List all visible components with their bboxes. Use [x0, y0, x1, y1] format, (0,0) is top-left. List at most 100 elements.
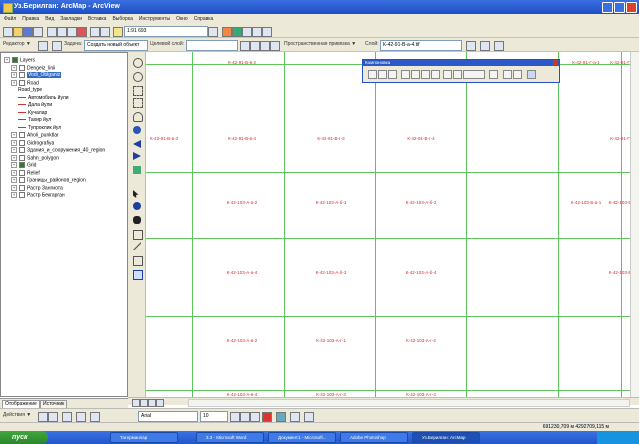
cut-icon[interactable] [47, 27, 57, 37]
georef-options-icon[interactable] [466, 41, 476, 51]
layout-zoom-out-icon[interactable] [378, 70, 387, 79]
zoom-whole-page-icon[interactable] [401, 70, 410, 79]
menu-help[interactable]: Справка [194, 16, 214, 22]
pause-drawing-icon[interactable] [156, 399, 164, 407]
map-vertical-scrollbar[interactable] [630, 52, 639, 397]
toc-item[interactable]: + Relief [11, 169, 40, 177]
expand-icon[interactable]: + [11, 177, 17, 183]
zoom-in-icon[interactable] [133, 58, 143, 68]
forward-extent-icon[interactable] [453, 70, 462, 79]
menu-bookmarks[interactable]: Закладки [60, 16, 82, 22]
layer-visibility-checkbox[interactable] [12, 57, 18, 63]
layer-visibility-checkbox[interactable] [19, 147, 25, 153]
select-features-icon[interactable] [133, 166, 141, 174]
delete-icon[interactable] [77, 27, 87, 37]
taskbar-item[interactable]: Документ1 - Microsoft... [268, 432, 336, 443]
toc-item[interactable]: + Границы_районов_region [11, 177, 86, 184]
save-icon[interactable] [23, 27, 33, 37]
split-tool-icon[interactable] [240, 41, 250, 51]
taskbar-item[interactable]: Уз.Берилган: ArcMap [412, 432, 480, 443]
task-combo[interactable]: Создать новый объект [84, 40, 148, 51]
zoom-out-icon[interactable] [133, 72, 143, 82]
taskbar-item[interactable]: 3.3 - Microsoft Word [196, 432, 264, 443]
zoom-percent-combo[interactable] [463, 70, 485, 79]
layer-visibility-checkbox[interactable] [19, 139, 25, 146]
spatial-adjustment-menu[interactable]: Пространственная привязка ▼ [284, 41, 356, 47]
expand-icon[interactable]: + [11, 162, 17, 168]
bold-icon[interactable] [230, 412, 240, 422]
expand-icon[interactable]: + [11, 154, 17, 161]
fixed-zoom-in-icon[interactable] [133, 86, 143, 96]
close-icon[interactable] [626, 2, 637, 13]
measure-icon[interactable] [133, 242, 141, 250]
toggle-draft-icon[interactable] [489, 70, 498, 79]
command-line-icon[interactable] [242, 27, 252, 37]
rectangle-icon[interactable] [62, 412, 72, 422]
font-size-combo[interactable]: 10 [200, 411, 228, 422]
toc-item[interactable]: + Растр Бекгарган [11, 192, 65, 199]
toc-item[interactable]: + Dengeiz_linii [11, 64, 55, 72]
toc-item[interactable]: Тахир йул [18, 117, 51, 124]
layout-toolbar-window[interactable]: Компоновка [362, 59, 560, 83]
layer-visibility-checkbox[interactable] [19, 64, 25, 71]
html-popup-icon[interactable] [133, 270, 143, 280]
minimize-icon[interactable] [602, 2, 613, 13]
print-icon[interactable] [33, 27, 43, 37]
layout-pan-icon[interactable] [388, 70, 397, 79]
line-color-icon[interactable] [290, 412, 300, 422]
zoom-100-icon[interactable] [411, 70, 420, 79]
toc-item[interactable]: + Aholi_punktlar [11, 132, 59, 139]
target-layer-combo[interactable] [186, 40, 238, 51]
toc-item[interactable]: Road_type [18, 87, 42, 94]
help-pointer-icon[interactable] [262, 27, 272, 37]
layer-visibility-checkbox[interactable] [19, 154, 25, 161]
layer-visibility-checkbox[interactable] [19, 177, 25, 183]
expand-icon[interactable]: + [11, 132, 17, 138]
arctoolbox-icon[interactable] [222, 27, 232, 37]
copy-icon[interactable] [57, 27, 67, 37]
add-data-icon[interactable] [113, 27, 123, 37]
forward-extent-icon[interactable] [133, 152, 141, 160]
back-extent-icon[interactable] [443, 70, 452, 79]
catalog-icon[interactable] [232, 27, 242, 37]
menu-tools[interactable]: Инструменты [139, 16, 170, 22]
drawing-menu[interactable]: Действия ▼ [3, 412, 31, 418]
rotate-tool-icon[interactable] [250, 41, 260, 51]
attributes-icon[interactable] [260, 41, 270, 51]
expand-icon[interactable]: + [11, 192, 17, 198]
find-icon[interactable] [133, 216, 141, 224]
expand-icon[interactable]: + [11, 169, 17, 176]
editor-toolbar-icon[interactable] [208, 27, 218, 37]
expand-icon[interactable]: + [11, 64, 17, 71]
menu-insert[interactable]: Вставка [88, 16, 107, 22]
toc-item[interactable]: + Sahn_polygon [11, 154, 59, 162]
toc-item[interactable]: + Road [11, 79, 39, 87]
layer-visibility-checkbox[interactable] [19, 184, 25, 191]
expand-icon[interactable]: + [11, 147, 17, 153]
undo-icon[interactable] [90, 27, 100, 37]
layer-visibility-checkbox[interactable] [19, 132, 25, 138]
editor-menu[interactable]: Редактор ▼ [3, 41, 31, 47]
layout-zoom-in-icon[interactable] [368, 70, 377, 79]
open-folder-icon[interactable] [13, 27, 23, 37]
toc-item[interactable]: + Здания_и_сооружения_40_region [11, 147, 105, 154]
print-preview-icon[interactable] [527, 70, 536, 79]
layout-view-icon[interactable] [140, 399, 148, 407]
hyperlink-icon[interactable] [133, 256, 143, 266]
change-layout-icon[interactable] [513, 70, 522, 79]
layer-visibility-checkbox[interactable] [19, 169, 25, 176]
start-button[interactable]: пуск [0, 431, 48, 444]
toc-item[interactable]: + Layers [4, 57, 35, 64]
sketch-tool-icon[interactable] [52, 41, 62, 51]
edit-vertices-icon[interactable] [90, 412, 100, 422]
new-document-icon[interactable] [3, 27, 13, 37]
toc-item[interactable]: Кучалар [18, 110, 47, 117]
rotate-icon[interactable] [48, 412, 58, 422]
data-view-icon[interactable] [132, 399, 140, 407]
georef-layer-combo[interactable]: К-42-91-В-а-4.tif [380, 40, 462, 51]
toc-item[interactable]: Автомобиль йули [18, 95, 69, 102]
maximize-icon[interactable] [614, 2, 625, 13]
add-control-points-icon[interactable] [494, 41, 504, 51]
layer-visibility-checkbox[interactable] [19, 162, 25, 168]
select-elements-icon[interactable] [133, 190, 139, 198]
